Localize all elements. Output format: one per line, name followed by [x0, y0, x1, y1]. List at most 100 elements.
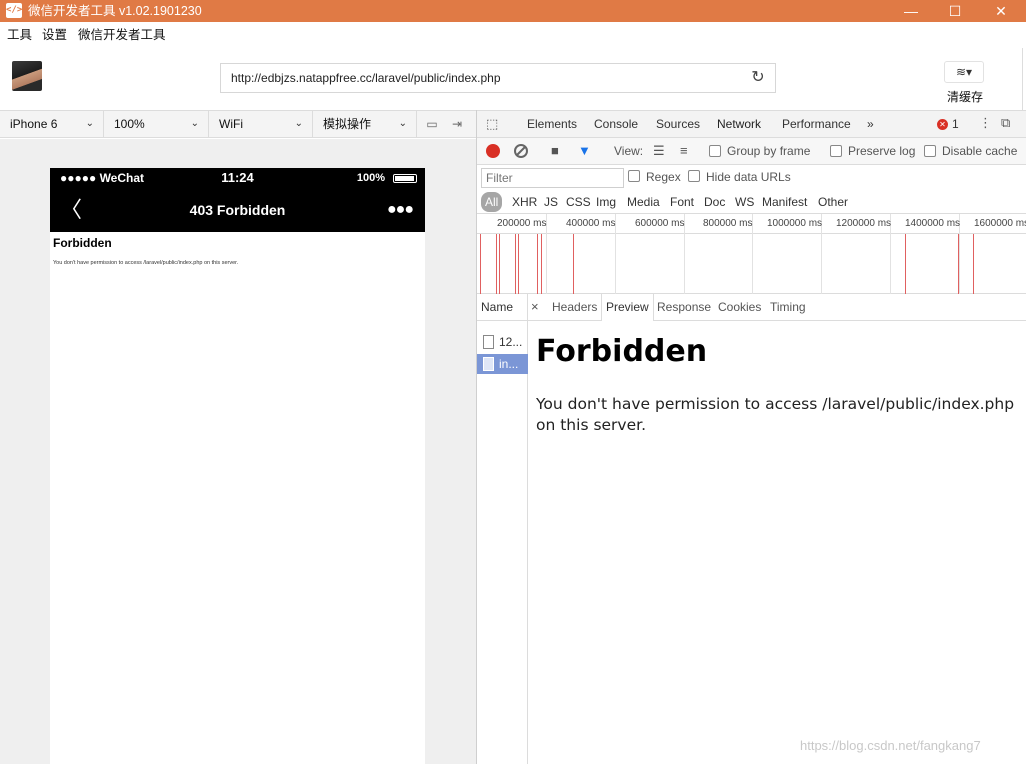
tab-response[interactable]: Response — [657, 294, 711, 321]
hide-data-urls-checkbox[interactable] — [688, 170, 700, 182]
type-ws[interactable]: WS — [735, 192, 754, 212]
clear-cache-label[interactable]: 清缓存 — [940, 88, 990, 105]
name-column-header[interactable]: Name — [477, 294, 528, 321]
tab-headers[interactable]: Headers — [552, 294, 597, 321]
filter-icon[interactable]: ▼ — [578, 143, 591, 158]
rotate-icon[interactable]: ▭ — [423, 116, 441, 132]
type-doc[interactable]: Doc — [704, 192, 725, 212]
filter-bar: Regex Hide data URLs — [477, 165, 1026, 190]
type-media[interactable]: Media — [627, 192, 660, 212]
tab-cookies[interactable]: Cookies — [718, 294, 761, 321]
dock-icon[interactable]: ⧉ — [1001, 115, 1010, 131]
tab-console[interactable]: Console — [594, 111, 638, 138]
preview-heading: Forbidden — [536, 334, 708, 369]
device-select[interactable]: iPhone 6 ⌄ — [0, 111, 104, 138]
minimize-button[interactable]: — — [888, 0, 934, 22]
tab-elements[interactable]: Elements — [527, 111, 577, 138]
more-tabs-icon[interactable]: » — [867, 111, 874, 138]
request-marker — [515, 234, 516, 294]
battery-icon — [393, 174, 417, 183]
address-url[interactable]: http://edbjzs.natappfree.cc/laravel/publ… — [231, 64, 501, 92]
reload-icon[interactable]: ↻ — [749, 69, 767, 87]
simulate-select[interactable]: 模拟操作 ⌄ — [313, 111, 417, 138]
divider — [1022, 48, 1026, 110]
network-overview-timeline[interactable]: 200000 ms 400000 ms 600000 ms 800000 ms … — [477, 214, 1026, 294]
tab-sources[interactable]: Sources — [656, 111, 700, 138]
maximize-button[interactable]: ☐ — [932, 0, 978, 22]
title-bar: </> 微信开发者工具 v1.02.1901230 — ☐ ✕ — [0, 0, 1026, 22]
request-marker — [541, 234, 542, 294]
close-icon[interactable]: × — [531, 294, 539, 319]
tab-performance[interactable]: Performance — [782, 111, 851, 138]
timeline-tick-label: 1000000 ms — [767, 218, 823, 229]
app-icon: </> — [6, 3, 22, 18]
type-all[interactable]: All — [481, 192, 503, 212]
type-img[interactable]: Img — [596, 192, 616, 212]
device-select-value: iPhone 6 — [10, 117, 58, 131]
request-marker — [499, 234, 500, 294]
preserve-log-label[interactable]: Preserve log — [848, 138, 915, 164]
more-icon[interactable]: ●●● — [387, 188, 414, 232]
type-font[interactable]: Font — [670, 192, 694, 212]
devtools-panel: ⬚ Elements Console Sources Network Perfo… — [476, 110, 1026, 764]
details-tab-bar: × Headers Preview Response Cookies Timin… — [528, 294, 1026, 321]
detach-icon[interactable]: ⇥ — [448, 116, 466, 132]
disable-cache-checkbox[interactable] — [924, 145, 936, 157]
waterfall-view-icon[interactable]: ≡ — [680, 143, 688, 158]
type-manifest[interactable]: Manifest — [762, 192, 807, 212]
tab-preview[interactable]: Preview — [601, 294, 654, 321]
zoom-select[interactable]: 100% ⌄ — [104, 111, 209, 138]
document-icon — [483, 357, 494, 371]
group-by-frame-checkbox[interactable] — [709, 145, 721, 157]
error-icon[interactable]: ✕ — [937, 119, 948, 130]
group-by-frame-label[interactable]: Group by frame — [727, 138, 810, 164]
page-heading: Forbidden — [53, 236, 112, 250]
filter-input[interactable] — [481, 168, 624, 188]
layers-icon[interactable]: ≋▾ — [944, 61, 984, 83]
regex-label[interactable]: Regex — [646, 165, 681, 190]
request-marker — [537, 234, 538, 294]
request-marker — [518, 234, 519, 294]
device-toolbar: iPhone 6 ⌄ 100% ⌄ WiFi ⌄ 模拟操作 ⌄ ▭ ⇥ — [0, 110, 476, 138]
type-js[interactable]: JS — [544, 192, 558, 212]
timeline-tick-label: 600000 ms — [635, 218, 685, 229]
network-select-value: WiFi — [219, 117, 243, 131]
resource-type-filter: All XHR JS CSS Img Media Font Doc WS Man… — [477, 190, 1026, 214]
request-marker — [958, 234, 959, 294]
window-title: 微信开发者工具 v1.02.1901230 — [28, 4, 202, 18]
tab-network[interactable]: Network — [710, 111, 769, 140]
disable-cache-label[interactable]: Disable cache — [942, 138, 1017, 164]
devtools-tab-bar: ⬚ Elements Console Sources Network Perfo… — [477, 110, 1026, 140]
page-text: You don't have permission to access /lar… — [53, 260, 239, 266]
regex-checkbox[interactable] — [628, 170, 640, 182]
screenshot-icon[interactable]: ■ — [551, 143, 559, 158]
phone-status-bar: ●●●●● WeChat 11:24 100% — [50, 168, 425, 188]
avatar[interactable] — [12, 61, 42, 91]
close-button[interactable]: ✕ — [978, 0, 1024, 22]
menu-item-devtools[interactable]: 微信开发者工具 — [78, 22, 166, 48]
network-select[interactable]: WiFi ⌄ — [209, 111, 313, 138]
kebab-menu-icon[interactable]: ⋮ — [979, 115, 992, 131]
clear-icon[interactable] — [514, 144, 528, 158]
menu-item-tools[interactable]: 工具 — [7, 22, 32, 48]
record-icon[interactable] — [486, 144, 500, 158]
request-row-selected[interactable]: in... — [477, 354, 528, 374]
timeline-tick-label: 400000 ms — [566, 218, 616, 229]
timeline-tick-label: 200000 ms — [497, 218, 547, 229]
phone-screen: ●●●●● WeChat 11:24 100% 〈 403 Forbidden … — [50, 168, 425, 764]
chevron-down-icon: ⌄ — [85, 118, 94, 129]
list-view-icon[interactable]: ☰ — [653, 143, 665, 159]
hide-data-urls-label[interactable]: Hide data URLs — [706, 165, 791, 190]
menu-item-settings[interactable]: 设置 — [42, 22, 67, 48]
inspect-icon[interactable]: ⬚ — [486, 116, 498, 132]
type-other[interactable]: Other — [818, 192, 848, 212]
type-css[interactable]: CSS — [566, 192, 591, 212]
zoom-select-value: 100% — [114, 117, 145, 131]
tab-timing[interactable]: Timing — [770, 294, 806, 321]
request-marker — [905, 234, 906, 294]
type-xhr[interactable]: XHR — [512, 192, 537, 212]
preserve-log-checkbox[interactable] — [830, 145, 842, 157]
error-count[interactable]: 1 — [952, 111, 959, 138]
request-row[interactable]: 12... — [477, 332, 528, 352]
address-bar[interactable]: http://edbjzs.natappfree.cc/laravel/publ… — [220, 63, 776, 93]
